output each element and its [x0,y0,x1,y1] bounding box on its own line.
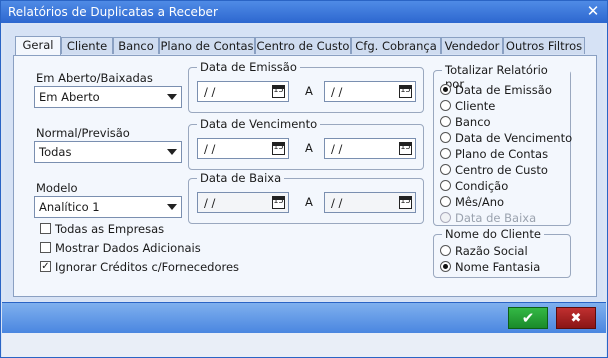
calendar-icon[interactable]: 15 [272,142,285,155]
dialog-body: Geral Cliente Banco Plano de Contas Cent… [5,25,603,301]
title-bar: Relatórios de Duplicatas a Receber ✕ [1,1,607,23]
radio-icon [440,180,451,191]
date-range-separator: A [305,195,313,209]
data-emissao-from-input[interactable]: / / 15 [197,81,289,102]
calendar-icon[interactable]: 15 [272,85,285,98]
radio-icon [440,196,451,207]
ignorar-creditos-checkbox[interactable]: ✓ Ignorar Créditos c/Fornecedores [40,260,239,276]
radio-label: Razão Social [455,244,528,258]
aberto-baixadas-select[interactable]: Em Aberto [34,86,182,108]
date-range-separator: A [305,141,313,155]
radio-label: Data de Vencimento [455,131,573,145]
calendar-icon[interactable]: 15 [399,85,412,98]
mostrar-adicionais-checkbox[interactable]: Mostrar Dados Adicionais [40,241,210,257]
totalizar-group: Totalizar Relatório por Data de Emissão … [433,63,573,226]
radio-icon [440,100,451,111]
tab-plano-de-contas[interactable]: Plano de Contas [159,37,255,54]
date-value: / / [204,85,216,99]
report-dialog: Relatórios de Duplicatas a Receber ✕ Ger… [0,0,608,358]
data-vencimento-group: Data de Vencimento / / 15 A / / 15 [188,117,424,170]
radio-icon [440,212,451,223]
radio-icon [440,116,451,127]
chevron-down-icon [167,94,177,100]
radio-selected-icon [440,261,451,272]
date-value: / / [204,196,216,210]
window-title: Relatórios de Duplicatas a Receber [8,5,218,19]
todas-empresas-checkbox[interactable]: Todas as Empresas [40,222,190,238]
date-value: / / [331,85,343,99]
aberto-baixadas-label: Em Aberto/Baixadas [36,71,153,85]
data-baixa-title: Data de Baixa [197,171,285,185]
tab-outros-filtros[interactable]: Outros Filtros [503,37,585,54]
data-vencimento-to-input[interactable]: / / 15 [324,138,416,159]
modelo-value: Analítico 1 [39,200,100,214]
status-bar [2,333,606,357]
tab-cfg-cobranca[interactable]: Cfg. Cobrança [351,37,441,54]
normal-previsao-value: Todas [39,145,72,159]
tab-centro-de-custo[interactable]: Centro de Custo [255,37,351,54]
data-emissao-group: Data de Emissão / / 15 A / / 15 [188,60,424,113]
normal-previsao-select[interactable]: Todas [34,141,182,163]
radio-icon [440,245,451,256]
date-value: / / [204,142,216,156]
checkbox-box [40,242,51,253]
radio-label: Plano de Contas [455,147,549,161]
mostrar-adicionais-label: Mostrar Dados Adicionais [55,241,201,255]
radio-label: Data de Emissão [455,83,552,97]
calendar-icon[interactable]: 15 [272,196,285,209]
cancel-button[interactable]: ✖ [556,307,596,329]
modelo-select[interactable]: Analítico 1 [34,196,182,218]
radio-label: Banco [455,115,491,129]
normal-previsao-label: Normal/Previsão [36,126,130,140]
ignorar-creditos-label: Ignorar Créditos c/Fornecedores [55,260,240,274]
radio-selected-icon [440,84,451,95]
radio-label: Mês/Ano [455,195,505,209]
radio-icon [440,164,451,175]
data-baixa-from-input[interactable]: / / 15 [197,192,289,213]
data-baixa-to-input[interactable]: / / 15 [324,192,416,213]
data-emissao-title: Data de Emissão [197,60,300,74]
chevron-down-icon [167,204,177,210]
date-value: / / [331,196,343,210]
date-value: / / [331,142,343,156]
nome-cliente-title: Nome do Cliente [442,227,544,241]
check-icon: ✓ [40,261,51,272]
calendar-icon[interactable]: 15 [399,142,412,155]
radio-label: Condição [455,179,509,193]
tab-cliente[interactable]: Cliente [61,37,113,54]
data-emissao-to-input[interactable]: / / 15 [324,81,416,102]
todas-empresas-label: Todas as Empresas [55,222,165,236]
close-button[interactable]: ✕ [584,3,602,20]
radio-label: Cliente [455,99,496,113]
radio-label: Centro de Custo [455,163,548,177]
date-range-separator: A [305,84,313,98]
tab-geral[interactable]: Geral [15,36,61,55]
modelo-label: Modelo [36,181,78,195]
tab-banco[interactable]: Banco [113,37,159,54]
tab-panel-geral: Em Aberto/Baixadas Em Aberto Normal/Prev… [13,55,597,297]
radio-icon [440,132,451,143]
calendar-icon[interactable]: 15 [399,196,412,209]
data-vencimento-from-input[interactable]: / / 15 [197,138,289,159]
data-vencimento-title: Data de Vencimento [197,117,321,131]
radio-label: Data de Baixa [455,211,537,225]
nome-cliente-group: Nome do Cliente Razão Social Nome Fantas… [433,227,571,278]
checkbox-box [40,223,51,234]
radio-label: Nome Fantasia [455,260,541,274]
data-baixa-group: Data de Baixa / / 15 A / / 15 [188,171,424,224]
chevron-down-icon [167,149,177,155]
tab-vendedor[interactable]: Vendedor [441,37,503,54]
confirm-button[interactable]: ✔ [508,307,548,329]
aberto-baixadas-value: Em Aberto [39,90,100,104]
radio-icon [440,148,451,159]
